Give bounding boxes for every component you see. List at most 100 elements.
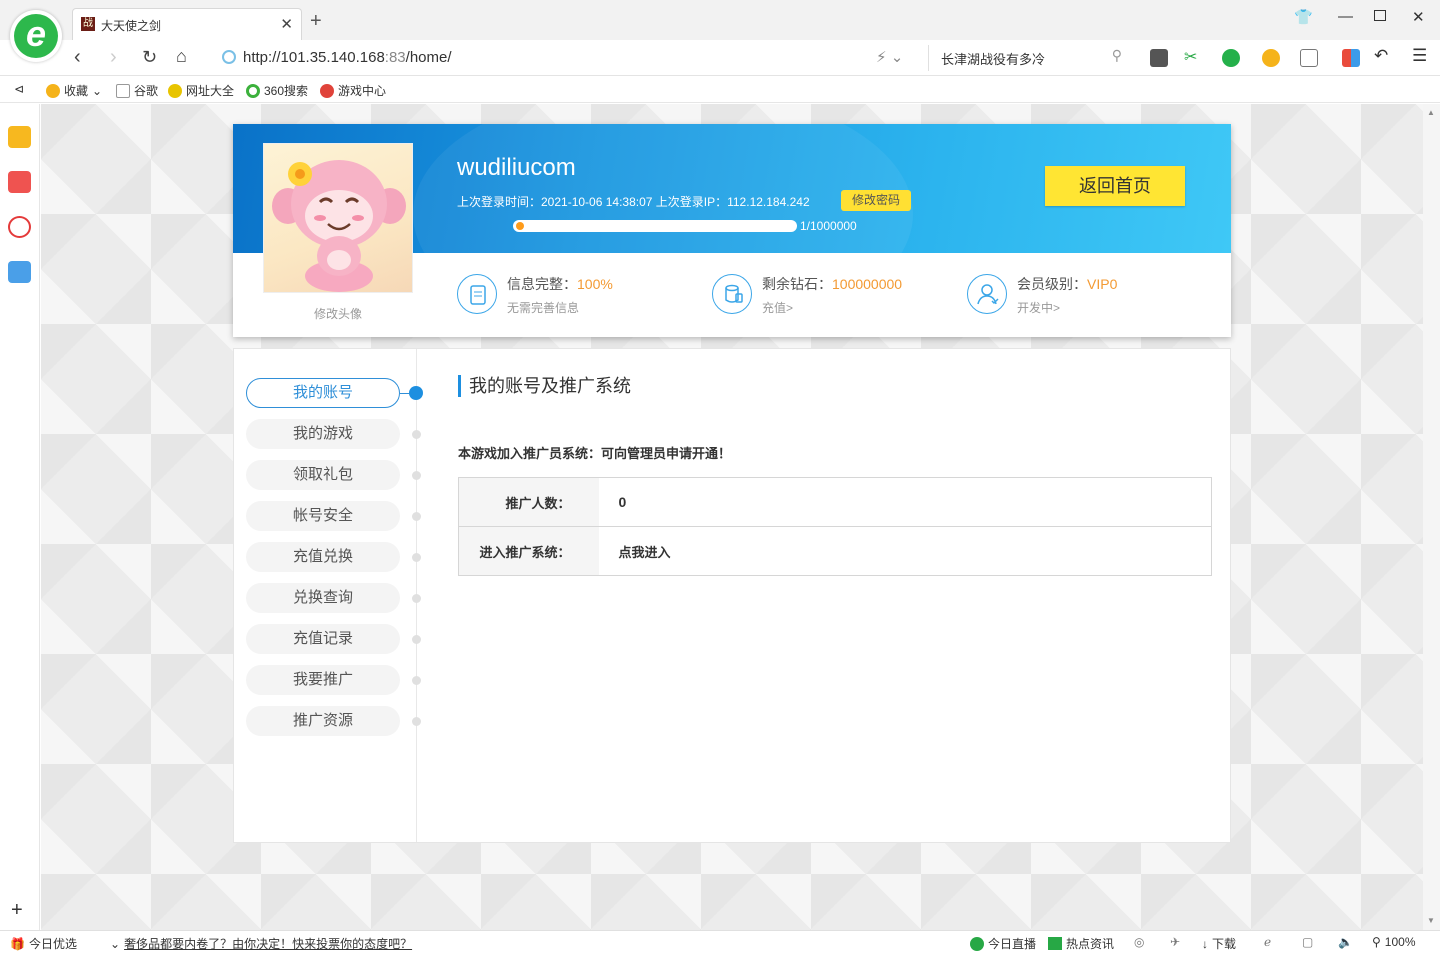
menu-item[interactable]: 我的游戏 xyxy=(246,419,400,449)
change-password-button[interactable]: 修改密码 xyxy=(841,190,911,211)
recharge-link[interactable]: 充值> xyxy=(762,299,793,316)
page-info-icon[interactable] xyxy=(222,50,236,64)
timeline-dot xyxy=(409,386,423,400)
mail-icon[interactable] xyxy=(8,261,31,283)
scroll-down-icon[interactable]: ▼ xyxy=(1427,916,1435,925)
page-scrollbar[interactable]: ▲ ▼ xyxy=(1423,104,1440,930)
forward-icon[interactable]: › xyxy=(110,46,117,69)
timeline-dot xyxy=(412,717,421,726)
search-input[interactable]: 长津湖战役有多冷 xyxy=(941,49,1045,68)
ie-mode-icon[interactable]: ℯ xyxy=(1264,935,1271,949)
scissors-icon[interactable]: ✂ xyxy=(1184,47,1202,66)
site-favicon-icon: 战 xyxy=(81,17,95,31)
table-row: 推广人数： 0 xyxy=(458,477,1212,527)
status-bar: 🎁 今日优选 ⌄ 奢侈品都要内卷了？由你决定！快来投票你的态度吧？ 今日直播 热点资… xyxy=(0,930,1440,954)
back-home-button[interactable]: 返回首页 xyxy=(1045,166,1185,206)
live-link[interactable]: 今日直播 xyxy=(970,935,1036,952)
bookmark-url-all[interactable]: 网址大全 xyxy=(168,82,234,99)
hot-news-link[interactable]: 热点资讯 xyxy=(1048,935,1114,952)
bookmark-favorites[interactable]: 收藏 ⌄ xyxy=(46,82,102,99)
menu-item[interactable]: 我要推广 xyxy=(246,665,400,695)
progress-text: 1/1000000 xyxy=(800,219,857,233)
menu-item[interactable]: 帐号安全 xyxy=(246,501,400,531)
login-info: 上次登录时间：2021-10-06 14:38:07 上次登录IP：112.12… xyxy=(457,195,810,209)
browser-tab[interactable]: 战 大天使之剑 ✕ xyxy=(72,8,302,40)
favorites-icon[interactable] xyxy=(8,126,31,148)
zoom-level[interactable]: ⚲ 100% xyxy=(1372,935,1416,949)
menu-item[interactable]: 充值记录 xyxy=(246,624,400,654)
document-icon xyxy=(457,274,497,314)
today-picks[interactable]: 🎁 今日优选 xyxy=(10,935,77,952)
minimize-icon[interactable]: — xyxy=(1338,8,1353,25)
speed-icon[interactable]: ◎ xyxy=(1134,935,1144,949)
browser-logo[interactable]: e xyxy=(10,10,62,62)
scroll-up-icon[interactable]: ▲ xyxy=(1427,108,1435,117)
progress-bar xyxy=(513,220,797,232)
speed-mode-icon[interactable]: ⚡ ⌄ xyxy=(876,48,903,66)
in-development-link[interactable]: 开发中> xyxy=(1017,299,1060,316)
add-sidebar-icon[interactable]: + xyxy=(11,899,23,922)
timeline-dot xyxy=(412,676,421,685)
promoters-count-label: 推广人数： xyxy=(458,477,599,527)
change-avatar-link[interactable]: 修改头像 xyxy=(263,305,413,322)
reader-icon[interactable] xyxy=(1150,49,1168,67)
translate-icon[interactable] xyxy=(1222,49,1240,67)
menu-icon[interactable]: ☰ xyxy=(1412,46,1430,65)
screenshot-icon[interactable] xyxy=(1300,49,1318,67)
stat-label: 信息完整： xyxy=(507,276,577,292)
stat-value: VIP0 xyxy=(1087,276,1118,292)
chevron-down-icon: ⌄ xyxy=(110,936,121,951)
stat-label: 剩余钻石： xyxy=(762,276,832,292)
menu-item[interactable]: 兑换查询 xyxy=(246,583,400,613)
menu-item[interactable]: 领取礼包 xyxy=(246,460,400,490)
timeline-dot xyxy=(412,430,421,439)
timeline-dot xyxy=(412,635,421,644)
bookmark-360-search[interactable]: 360搜索 xyxy=(246,82,308,99)
address-bar: ‹ › ↻ ⌂ http://101.35.140.168:83/home/ ⚡… xyxy=(0,40,1440,76)
menu-item[interactable]: 推广资源 xyxy=(246,706,400,736)
page-viewport: wudiliucom 上次登录时间：2021-10-06 14:38:07 上次… xyxy=(41,104,1423,930)
download-link[interactable]: ↓ 下载 xyxy=(1202,935,1236,952)
enter-promo-label: 进入推广系统： xyxy=(458,526,599,576)
skin-icon[interactable]: 👕 xyxy=(1294,8,1313,26)
news-ticker[interactable]: ⌄ 奢侈品都要内卷了？由你决定！快来投票你的态度吧？ xyxy=(110,935,412,952)
star-icon xyxy=(46,83,60,98)
close-window-icon[interactable]: ✕ xyxy=(1412,8,1425,26)
back-icon[interactable]: ‹ xyxy=(74,46,81,69)
progress-marker xyxy=(516,222,524,230)
menu-item[interactable]: 我的账号 xyxy=(246,378,400,408)
promo-notice: 本游戏加入推广员系统：可向管理员申请开通！ xyxy=(458,446,732,461)
pin-icon[interactable]: ✈ xyxy=(1170,935,1180,949)
new-tab-icon[interactable]: + xyxy=(310,10,322,33)
tab-close-icon[interactable]: ✕ xyxy=(280,15,293,33)
maximize-icon[interactable] xyxy=(1374,10,1386,21)
gift-icon: 🎁 xyxy=(10,936,25,951)
window-icon[interactable]: ▢ xyxy=(1302,935,1313,949)
apps-icon[interactable] xyxy=(1342,49,1360,67)
coupon-icon[interactable] xyxy=(1262,49,1280,67)
zoom-icon: ⚲ xyxy=(1372,935,1381,949)
avatar[interactable] xyxy=(263,143,413,293)
search-icon[interactable]: ⚲ xyxy=(1112,47,1122,64)
news-icon[interactable] xyxy=(8,171,31,193)
stat-value: 100% xyxy=(577,276,613,292)
refresh-icon[interactable]: ↻ xyxy=(142,47,157,68)
home-icon[interactable]: ⌂ xyxy=(176,46,187,67)
enter-promo-link[interactable]: 点我进入 xyxy=(599,527,1212,576)
url-field[interactable]: http://101.35.140.168:83/home/ xyxy=(243,49,452,66)
bookmark-game-center[interactable]: 游戏中心 xyxy=(320,82,386,99)
timeline-dot xyxy=(412,594,421,603)
search-box[interactable]: 长津湖战役有多冷 ⚲ xyxy=(928,45,1128,71)
tab-title: 大天使之剑 xyxy=(101,19,162,33)
weibo-icon[interactable] xyxy=(8,216,31,238)
timeline-dot xyxy=(412,471,421,480)
search-360-icon xyxy=(246,83,260,98)
globe-icon xyxy=(168,83,182,98)
stat-label: 会员级别： xyxy=(1017,276,1087,292)
bookmark-google[interactable]: 谷歌 xyxy=(116,82,158,99)
sound-icon[interactable]: 🔈 xyxy=(1338,935,1353,949)
sidebar-toggle-icon[interactable]: ⊲ xyxy=(14,82,24,96)
undo-icon[interactable]: ↶ xyxy=(1374,46,1392,65)
table-row: 进入推广系统： 点我进入 xyxy=(458,526,1212,576)
menu-item[interactable]: 充值兑换 xyxy=(246,542,400,572)
